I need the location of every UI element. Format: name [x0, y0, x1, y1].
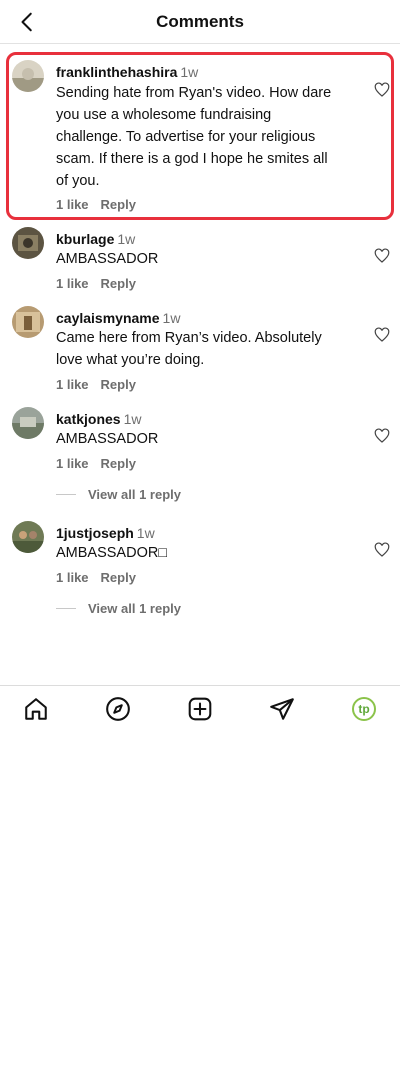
comment-text: AMBASSADOR: [56, 431, 159, 447]
create-icon: [188, 697, 212, 721]
heart-icon[interactable]: [374, 327, 390, 343]
bottom-tab-bar: tp: [0, 685, 400, 731]
tab-share[interactable]: [269, 696, 295, 722]
comment-time: 1w: [136, 525, 155, 541]
view-replies-link[interactable]: View all 1 reply: [56, 601, 181, 616]
page-title: Comments: [156, 12, 244, 31]
reply-button[interactable]: Reply: [101, 197, 136, 212]
tab-profile[interactable]: tp: [351, 696, 377, 722]
comment-username[interactable]: caylaismyname: [56, 310, 160, 326]
share-icon: [270, 698, 294, 720]
comment-text: Came here from Ryan’s video. Absolutely …: [56, 330, 322, 368]
like-count[interactable]: 1 like: [56, 456, 89, 471]
reply-button[interactable]: Reply: [101, 377, 136, 392]
avatar[interactable]: [12, 306, 44, 338]
view-replies-link[interactable]: View all 1 reply: [56, 487, 181, 502]
heart-icon[interactable]: [374, 542, 390, 558]
tab-create[interactable]: [187, 696, 213, 722]
tab-home[interactable]: [23, 696, 49, 722]
profile-avatar: tp: [352, 697, 376, 721]
avatar[interactable]: [12, 60, 44, 92]
comment-username[interactable]: franklinthehashira: [56, 64, 177, 80]
reply-button[interactable]: Reply: [101, 276, 136, 291]
comment-text: Sending hate from Ryan's video. How dare…: [56, 85, 332, 189]
comment-time: 1w: [180, 64, 199, 80]
comment-username[interactable]: kburlage: [56, 231, 114, 247]
comment-username[interactable]: 1justjoseph: [56, 525, 134, 541]
heart-icon[interactable]: [374, 82, 390, 98]
comment-text: AMBASSADOR□: [56, 545, 168, 561]
explore-icon: [106, 697, 130, 721]
view-replies-label: View all 1 reply: [88, 487, 181, 502]
reply-button[interactable]: Reply: [101, 456, 136, 471]
comment-text: AMBASSADOR: [56, 251, 159, 267]
reply-divider: [56, 494, 76, 495]
comment-time: 1w: [162, 310, 181, 326]
comment-username[interactable]: katkjones: [56, 411, 121, 427]
comment-time: 1w: [123, 411, 142, 427]
like-count[interactable]: 1 like: [56, 276, 89, 291]
reply-divider: [56, 608, 76, 609]
avatar[interactable]: [12, 521, 44, 553]
avatar[interactable]: [12, 227, 44, 259]
heart-icon[interactable]: [374, 428, 390, 444]
like-count[interactable]: 1 like: [56, 197, 89, 212]
comment-time: 1w: [117, 231, 136, 247]
like-count[interactable]: 1 like: [56, 377, 89, 392]
home-icon: [25, 698, 47, 720]
reply-button[interactable]: Reply: [101, 570, 136, 585]
avatar[interactable]: [12, 407, 44, 439]
like-count[interactable]: 1 like: [56, 570, 89, 585]
view-replies-label: View all 1 reply: [88, 601, 181, 616]
header-bar: Comments: [0, 0, 400, 44]
tab-explore[interactable]: [105, 696, 131, 722]
heart-icon[interactable]: [374, 248, 390, 264]
